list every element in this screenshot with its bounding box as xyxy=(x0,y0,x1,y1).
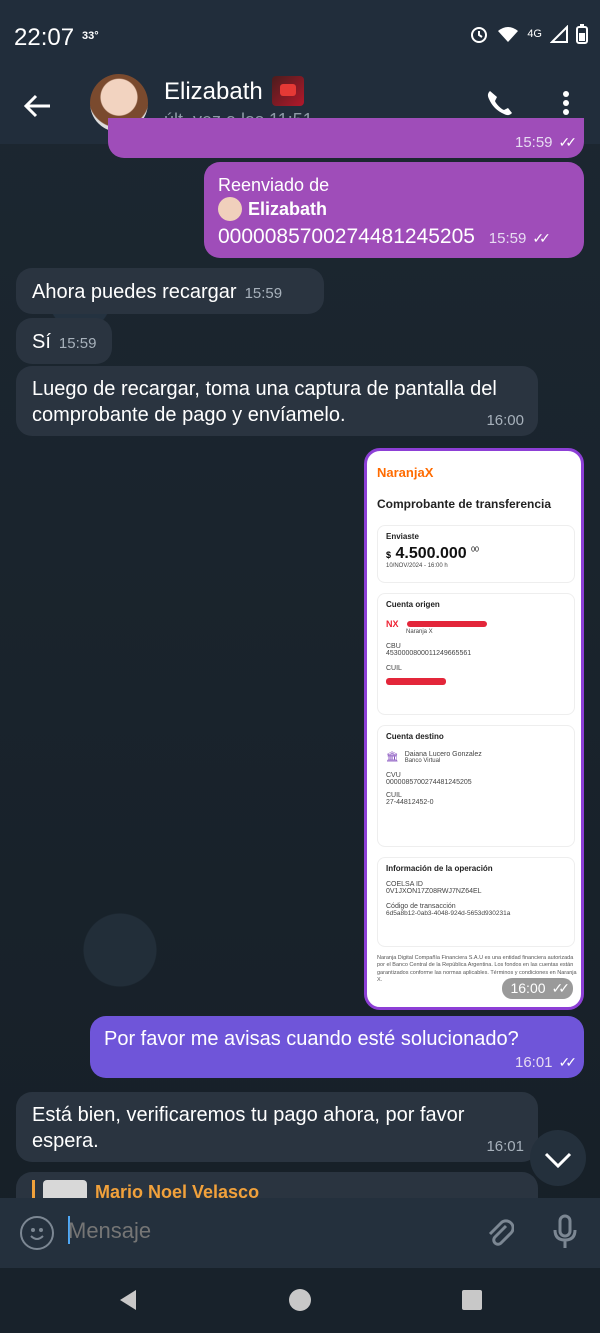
forward-label: Reenviado de xyxy=(218,175,330,195)
message-text: Sí xyxy=(32,331,51,353)
origin-prefix: NX xyxy=(386,619,399,629)
sent-label: Enviaste xyxy=(386,532,419,541)
cuil-label: CUIL xyxy=(386,665,402,672)
battery-icon xyxy=(576,24,588,44)
destination-account-card: Cuenta destino 🏛 Daiana Lucero Gonzalez … xyxy=(377,725,575,847)
receipt-brand: NaranjaX xyxy=(377,465,434,480)
message-time: 15:59 xyxy=(514,134,553,151)
read-checks-icon: ✓✓ xyxy=(551,980,571,996)
status-icons: 4G xyxy=(469,24,588,44)
message-time: 16:00 xyxy=(510,980,546,996)
signal-icon xyxy=(550,25,568,43)
amount: 4.500.000 xyxy=(395,545,467,562)
message-input[interactable] xyxy=(68,1218,448,1244)
nav-home-icon[interactable] xyxy=(288,1288,312,1312)
bank-icon: 🏛 xyxy=(386,752,399,763)
message-text: 0000085700274481245205 xyxy=(218,225,475,249)
dest-cuil-label: CUIL xyxy=(386,792,402,799)
coelsa-value: 0V1JXON17Z08RWJ7NZ64EL xyxy=(386,888,482,895)
nav-back-icon[interactable] xyxy=(116,1288,140,1312)
dest-cuil: 27-44812452-0 xyxy=(386,799,434,806)
forwarded-message-bubble[interactable]: Reenviado de Elizabath 00000857002744812… xyxy=(204,162,584,258)
message-time: 16:00 xyxy=(486,411,524,429)
message-bubble-incoming[interactable]: Ahora puedes recargar 15:59 xyxy=(16,268,324,314)
tx-value: 6d5a8b12-0ab3-4048-924d-5653d930231a xyxy=(386,910,511,917)
network-label: 4G xyxy=(527,28,542,40)
message-bubble-incoming[interactable]: Está bien, verificaremos tu pago ahora, … xyxy=(16,1092,538,1162)
dest-name: Daiana Lucero Gonzalez xyxy=(404,751,482,758)
youtube-badge-icon xyxy=(272,76,304,106)
message-bubble-incoming[interactable]: Luego de recargar, toma una captura de p… xyxy=(16,366,538,436)
operation-info-card: Información de la operación COELSA ID 0V… xyxy=(377,857,575,947)
cbu-value: 4530000800011249665561 xyxy=(386,650,472,657)
message-text: Ahora puedes recargar xyxy=(32,281,237,303)
redacted-mark xyxy=(386,678,446,685)
back-arrow-icon[interactable] xyxy=(20,88,56,124)
message-time: 16:01 xyxy=(486,1137,524,1155)
emoji-icon[interactable] xyxy=(20,1216,54,1250)
alarm-icon xyxy=(471,27,488,43)
microphone-icon[interactable] xyxy=(550,1214,580,1252)
coelsa-label: COELSA ID xyxy=(386,881,423,888)
message-time: 15:59 xyxy=(58,335,97,352)
forward-from[interactable]: Elizabath xyxy=(248,198,327,221)
redacted-mark xyxy=(407,621,488,627)
receipt-title: Comprobante de transferencia xyxy=(377,497,552,511)
origin-account-card: Cuenta origen NX Naranja X CBU 453000080… xyxy=(377,593,575,715)
chat-screen: 22:07 33° 4G Elizabath últ. vez a las 11… xyxy=(0,0,600,1333)
message-time: 15:59 xyxy=(244,285,283,302)
status-time: 22:07 xyxy=(14,24,75,51)
scroll-down-button[interactable] xyxy=(530,1130,586,1186)
origin-label: Cuenta origen xyxy=(386,600,440,609)
cvu-label: CVU xyxy=(386,772,401,779)
message-text: Por favor me avisas cuando esté solucion… xyxy=(104,1028,519,1050)
read-checks-icon: ✓✓ xyxy=(558,1054,578,1070)
wifi-icon xyxy=(498,27,519,42)
message-bubble-incoming[interactable]: Sí 15:59 xyxy=(16,318,112,364)
contact-name[interactable]: Elizabath xyxy=(164,78,263,106)
chevron-down-icon xyxy=(544,1152,572,1169)
message-bubble-outgoing[interactable]: 15:59 ✓✓ xyxy=(108,118,584,158)
message-text: Está bien, verificaremos tu pago ahora, … xyxy=(32,1104,465,1152)
phone-icon[interactable] xyxy=(484,88,514,118)
amount-cents: 00 xyxy=(471,546,479,554)
read-checks-icon: ✓✓ xyxy=(558,134,578,150)
image-time-stamp: 16:00 ✓✓ xyxy=(502,978,573,999)
currency: $ xyxy=(386,550,392,560)
read-checks-icon: ✓✓ xyxy=(532,230,551,247)
dest-label: Cuenta destino xyxy=(386,732,444,741)
attach-icon[interactable] xyxy=(484,1216,514,1250)
system-navigation-bar xyxy=(0,1268,600,1333)
dest-bank: Banco Virtual xyxy=(404,758,441,764)
message-time: 15:59 xyxy=(488,230,527,248)
receipt-amount-card: Enviaste $ 4.500.000 00 10/NOV/2024 - 16… xyxy=(377,525,575,583)
cvu-value: 0000085700274481245205 xyxy=(386,779,472,786)
message-composer xyxy=(0,1198,600,1268)
forward-avatar xyxy=(218,197,242,222)
status-temperature: 33° xyxy=(82,30,99,42)
receipt-image[interactable]: NaranjaX Comprobante de transferencia En… xyxy=(364,448,584,1010)
nav-recents-icon[interactable] xyxy=(460,1288,484,1312)
message-time: 16:01 xyxy=(514,1054,553,1071)
message-text: Luego de recargar, toma una captura de p… xyxy=(32,378,497,426)
origin-bank: Naranja X xyxy=(406,629,433,635)
op-label: Información de la operación xyxy=(386,864,493,873)
receipt-date: 10/NOV/2024 - 16:00 h xyxy=(386,563,448,569)
message-bubble-outgoing[interactable]: Por favor me avisas cuando esté solucion… xyxy=(90,1016,584,1078)
cbu-label: CBU xyxy=(386,643,401,650)
tx-label: Código de transacción xyxy=(386,903,456,910)
more-options-icon[interactable] xyxy=(556,88,576,118)
